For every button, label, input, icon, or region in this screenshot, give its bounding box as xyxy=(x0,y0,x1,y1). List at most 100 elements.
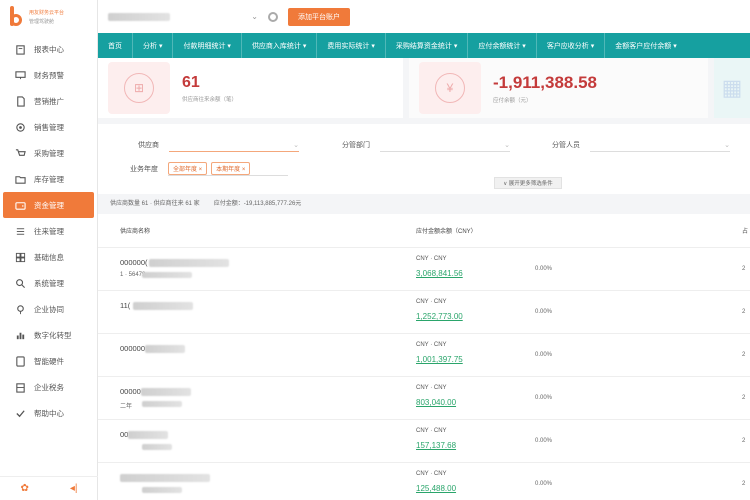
currency-label: CNY · CNY xyxy=(416,428,447,434)
amount-link[interactable]: 125,488.00 xyxy=(416,484,456,493)
sidebar-item-14[interactable]: 企业税务 xyxy=(0,374,97,400)
table-row[interactable]: 00 CNY · CNY 157,137.68 0.00% 2 xyxy=(98,420,750,463)
logo[interactable]: 用友财务云平台 管理驾驶舱 xyxy=(0,0,97,34)
link-icon xyxy=(14,303,26,315)
currency-label: CNY · CNY xyxy=(416,342,447,348)
gear-icon xyxy=(14,121,26,133)
summary-count: 供应商数量 61 · 供应商往来 61 家 xyxy=(110,201,200,207)
sidebar-item-15[interactable]: 帮助中心 xyxy=(0,400,97,426)
table-body: 000000(1 · 56479 CNY · CNY 3,068,841.56 0.0… xyxy=(98,248,750,500)
supplier-sub: 二年 xyxy=(120,404,133,410)
check-icon xyxy=(14,407,26,419)
percent-value: 0.00% xyxy=(535,395,553,401)
supplier-code: 11( xyxy=(120,301,131,310)
grid-icon xyxy=(14,251,26,263)
column-header-share[interactable]: 占 xyxy=(742,226,748,235)
tab-9[interactable]: 金额客户应付余额 ▾ xyxy=(604,33,686,58)
tab-6[interactable]: 采购结算资金统计 ▾ xyxy=(384,33,467,58)
company-select[interactable]: ⌄ xyxy=(108,9,258,25)
stat-icon-bg: ¥ xyxy=(419,62,481,114)
sidebar-item-8[interactable]: 往来管理 xyxy=(0,218,97,244)
table-row[interactable]: 000000(1 · 56479 CNY · CNY 3,068,841.56 0.0… xyxy=(98,248,750,291)
stat-card-balance[interactable]: ¥ -1,911,388.58 应付余额（元） xyxy=(403,58,708,118)
tab-1[interactable]: 首页 xyxy=(98,33,132,58)
collapse-icon[interactable]: ◂| xyxy=(70,483,78,494)
percent-value: 0.00% xyxy=(535,352,553,358)
amount-link[interactable]: 3,068,841.56 xyxy=(416,269,463,278)
refresh-icon[interactable] xyxy=(268,11,278,22)
sidebar-item-3[interactable]: 营销推广 xyxy=(0,88,97,114)
monitor-icon xyxy=(14,69,26,81)
person-select[interactable]: ⌄ xyxy=(590,138,730,152)
date-value-truncated: 2 xyxy=(742,309,746,315)
table-row[interactable]: 000000 CNY · CNY 1,001,397.75 0.00% 2 xyxy=(98,334,750,377)
tab-5[interactable]: 费用实际统计 ▾ xyxy=(316,33,384,58)
table-row[interactable]: 00000 二年 CNY · CNY 803,040.00 0.00% 2 xyxy=(98,377,750,420)
sidebar-item-2[interactable]: 财务预警 xyxy=(0,62,97,88)
chart-icon xyxy=(14,329,26,341)
receipt-icon: ⊞ xyxy=(124,73,154,103)
settings-icon[interactable]: ✿ xyxy=(20,483,28,494)
wallet-icon xyxy=(14,199,26,211)
sidebar-item-13[interactable]: 智能硬件 xyxy=(0,348,97,374)
stat-value: 61 xyxy=(182,73,200,91)
supplier-code: 00 xyxy=(120,430,129,439)
supplier-name-redacted xyxy=(149,259,230,267)
tab-3[interactable]: 付款明细统计 ▾ xyxy=(172,33,240,58)
sidebar-item-10[interactable]: 系统管理 xyxy=(0,270,97,296)
filter-chip[interactable]: 本期年度 × xyxy=(211,162,251,175)
sidebar-item-label: 营销推广 xyxy=(34,96,64,106)
amount-link[interactable]: 1,001,397.75 xyxy=(416,355,463,364)
sidebar-item-label: 采购管理 xyxy=(34,148,64,158)
department-label: 分管部门 xyxy=(342,142,370,149)
sidebar-item-6[interactable]: 库存管理 xyxy=(0,166,97,192)
sidebar-item-12[interactable]: 数字化转型 xyxy=(0,322,97,348)
document-icon xyxy=(14,95,26,107)
amount-link[interactable]: 1,252,773.00 xyxy=(416,312,463,321)
logo-subtitle: 管理驾驶舱 xyxy=(29,19,55,25)
tab-2[interactable]: 分析 ▾ xyxy=(132,33,172,58)
business-date-select[interactable]: 全部年度 × 本期年度 × xyxy=(168,162,288,176)
sidebar-item-label: 智能硬件 xyxy=(34,356,64,366)
supplier-label: 供应商 xyxy=(138,142,159,149)
add-account-button[interactable]: 添加平台账户 xyxy=(288,7,350,26)
percent-value: 0.00% xyxy=(535,481,553,487)
supplier-name-redacted xyxy=(145,345,186,353)
column-header-supplier[interactable]: 供应商名称 xyxy=(120,226,150,235)
date-value-truncated: 2 xyxy=(742,352,746,358)
sidebar-item-11[interactable]: 企业协同 xyxy=(0,296,97,322)
sidebar-footer: ✿ ◂| xyxy=(0,476,98,500)
sidebar-item-7[interactable]: 资金管理 xyxy=(3,192,94,218)
tab-4[interactable]: 供应商入库统计 ▾ xyxy=(240,33,316,58)
sidebar-item-label: 帮助中心 xyxy=(34,408,64,418)
sidebar-item-label: 库存管理 xyxy=(34,174,64,184)
stat-card-partial[interactable]: ▦ xyxy=(708,58,750,118)
percent-value: 0.00% xyxy=(535,309,553,315)
company-name-redacted xyxy=(108,12,170,21)
sidebar-item-9[interactable]: 基础信息 xyxy=(0,244,97,270)
expand-filters-button[interactable]: ∨ 展开更多筛选条件 xyxy=(494,177,562,189)
sidebar-item-label: 数字化转型 xyxy=(34,330,72,340)
filter-chip[interactable]: 全部年度 × xyxy=(168,162,208,175)
currency-label: CNY · CNY xyxy=(416,256,447,262)
tab-7[interactable]: 应付余额统计 ▾ xyxy=(467,33,535,58)
table-row[interactable]: CNY · CNY 125,488.00 0.00% 2 xyxy=(98,463,750,500)
sidebar-item-label: 资金管理 xyxy=(34,200,64,210)
tab-8[interactable]: 客户应收分析 ▾ xyxy=(535,33,604,58)
sidebar-item-4[interactable]: 销售管理 xyxy=(0,114,97,140)
column-header-amount[interactable]: 应付金额余额（CNY） xyxy=(416,226,477,235)
supplier-name-redacted xyxy=(132,302,193,310)
grid-icon: ▦ xyxy=(721,75,743,100)
money-bag-icon: ¥ xyxy=(435,73,465,103)
department-select[interactable]: ⌄ xyxy=(380,138,510,152)
sidebar-item-1[interactable]: 报表中心 xyxy=(0,36,97,62)
sidebar-item-5[interactable]: 采购管理 xyxy=(0,140,97,166)
table-row[interactable]: 11( CNY · CNY 1,252,773.00 0.00% 2 xyxy=(98,291,750,334)
supplier-code: 00000 xyxy=(120,387,141,396)
table-header: 供应商名称 应付金额余额（CNY） 占 xyxy=(98,214,750,248)
amount-link[interactable]: 803,040.00 xyxy=(416,398,456,407)
stat-card-count[interactable]: ⊞ 61 供应商往来余额（笔） xyxy=(98,58,403,118)
amount-link[interactable]: 157,137.68 xyxy=(416,441,456,450)
supplier-select[interactable]: ⌄ xyxy=(169,138,299,152)
currency-label: CNY · CNY xyxy=(416,299,447,305)
